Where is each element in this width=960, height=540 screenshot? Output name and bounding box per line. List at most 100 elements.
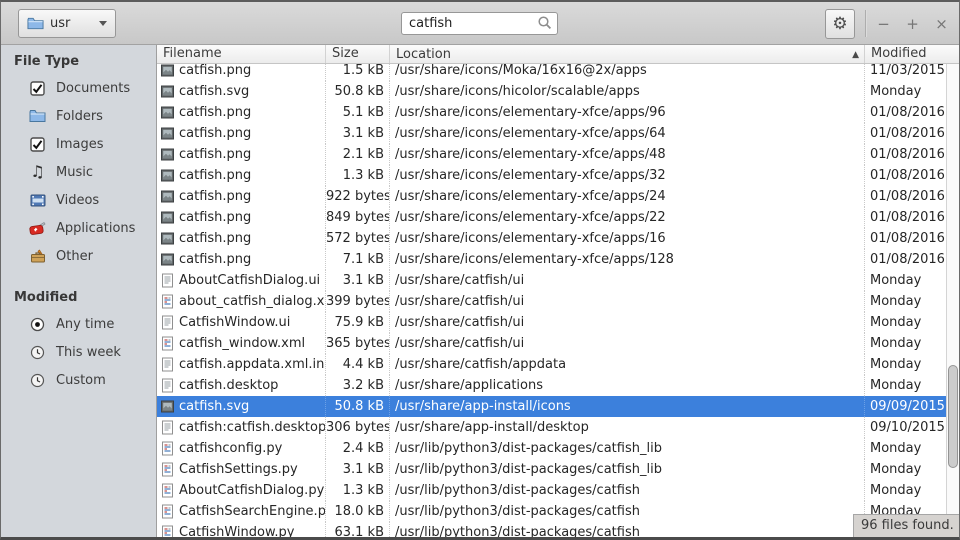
sidebar-item-documents[interactable]: Documents — [1, 74, 156, 102]
table-row[interactable]: catfish.png5.1 kB/usr/share/icons/elemen… — [157, 102, 946, 123]
table-row[interactable]: catfish.svg50.8 kB/usr/share/app-install… — [157, 396, 946, 417]
location-cell: /usr/lib/python3/dist-packages/catfish — [390, 501, 865, 522]
sidebar-item-label: Applications — [56, 221, 135, 236]
modified-cell: Monday — [865, 438, 946, 459]
maximize-button[interactable]: + — [898, 9, 927, 39]
sidebar-item-this-week[interactable]: This week — [1, 338, 156, 366]
checkbox-checked-icon[interactable] — [29, 136, 46, 153]
modified-cell: Monday — [865, 81, 946, 102]
sidebar-item-custom[interactable]: Custom — [1, 366, 156, 394]
table-row[interactable]: CatfishSettings.py3.1 kB/usr/lib/python3… — [157, 459, 946, 480]
modified-cell: 11/03/2015 — [865, 64, 946, 81]
filename-cell: catfish.desktop — [157, 375, 326, 396]
sidebar-item-label: Documents — [56, 81, 130, 96]
sidebar-item-other[interactable]: Other — [1, 242, 156, 270]
modified-cell: 01/08/2016 — [865, 144, 946, 165]
column-header-modified[interactable]: Modified — [865, 45, 946, 63]
scrollbar-thumb[interactable] — [948, 365, 958, 468]
sidebar-item-label: Custom — [56, 373, 106, 388]
table-row[interactable]: catfish.png572 bytes/usr/share/icons/ele… — [157, 228, 946, 249]
size-cell: 50.8 kB — [326, 81, 390, 102]
size-cell: 1.3 kB — [326, 480, 390, 501]
filename-cell: catfishconfig.py — [157, 438, 326, 459]
location-cell: /usr/share/app-install/desktop — [390, 417, 865, 438]
file-table-viewport: catfish.png1.5 kB/usr/share/icons/Moka/1… — [157, 64, 946, 537]
table-row[interactable]: CatfishWindow.py63.1 kB/usr/lib/python3/… — [157, 522, 946, 537]
filename-cell: catfish.png — [157, 102, 326, 123]
location-cell: /usr/share/catfish/ui — [390, 333, 865, 354]
image-file-icon — [160, 105, 175, 120]
table-row[interactable]: catfish.appdata.xml.in4.4 kB/usr/share/c… — [157, 354, 946, 375]
sidebar-item-images[interactable]: Images — [1, 130, 156, 158]
table-row[interactable]: CatfishWindow.ui75.9 kB/usr/share/catfis… — [157, 312, 946, 333]
sidebar-item-music[interactable]: ♫ Music — [1, 158, 156, 186]
file-type-header: File Type — [1, 45, 156, 74]
sidebar-item-folders[interactable]: Folders — [1, 102, 156, 130]
table-row[interactable]: AboutCatfishDialog.py1.3 kB/usr/lib/pyth… — [157, 480, 946, 501]
column-header-size[interactable]: Size — [326, 45, 390, 63]
swiss-knife-icon — [29, 220, 46, 237]
filename-cell: catfish:catfish.desktop — [157, 417, 326, 438]
size-cell: 2.4 kB — [326, 438, 390, 459]
filename-cell: CatfishSettings.py — [157, 459, 326, 480]
table-row[interactable]: catfish.png2.1 kB/usr/share/icons/elemen… — [157, 144, 946, 165]
modified-cell: Monday — [865, 354, 946, 375]
table-row[interactable]: catfish_window.xml365 bytes/usr/share/ca… — [157, 333, 946, 354]
gear-icon: ⚙ — [832, 16, 847, 33]
location-cell: /usr/share/icons/elementary-xfce/apps/12… — [390, 249, 865, 270]
close-button[interactable]: × — [927, 9, 956, 39]
location-cell: /usr/lib/python3/dist-packages/catfish_l… — [390, 459, 865, 480]
size-cell: 399 bytes — [326, 291, 390, 312]
image-file-icon — [160, 399, 175, 414]
table-row[interactable]: AboutCatfishDialog.ui3.1 kB/usr/share/ca… — [157, 270, 946, 291]
size-cell: 365 bytes — [326, 333, 390, 354]
modified-cell: 01/08/2016 — [865, 123, 946, 144]
modified-cell: Monday — [865, 312, 946, 333]
minimize-button[interactable]: − — [869, 9, 898, 39]
sidebar-item-applications[interactable]: Applications — [1, 214, 156, 242]
image-file-icon — [160, 231, 175, 246]
table-row[interactable]: catfish.png1.3 kB/usr/share/icons/elemen… — [157, 165, 946, 186]
column-header-location[interactable]: Location ▲ — [390, 45, 865, 63]
table-row[interactable]: catfish.png922 bytes/usr/share/icons/ele… — [157, 186, 946, 207]
image-file-icon — [160, 147, 175, 162]
filename-cell: catfish.png — [157, 64, 326, 81]
radio-selected-icon[interactable] — [29, 316, 46, 333]
sidebar-item-label: Music — [56, 165, 93, 180]
search-input[interactable] — [401, 12, 558, 35]
column-header-filename[interactable]: Filename — [157, 45, 326, 63]
search-icon[interactable] — [537, 15, 553, 35]
checkbox-checked-icon[interactable] — [29, 80, 46, 97]
folder-icon — [29, 108, 46, 125]
toolbox-icon — [29, 248, 46, 265]
folder-icon — [27, 15, 44, 32]
table-row[interactable]: catfish.desktop3.2 kB/usr/share/applicat… — [157, 375, 946, 396]
settings-button[interactable]: ⚙ — [825, 9, 855, 39]
history-clock-icon — [29, 344, 46, 361]
history-clock-icon — [29, 372, 46, 389]
modified-cell: Monday — [865, 459, 946, 480]
size-cell: 18.0 kB — [326, 501, 390, 522]
table-row[interactable]: catfishconfig.py2.4 kB/usr/lib/python3/d… — [157, 438, 946, 459]
filename-cell: about_catfish_dialog.xml — [157, 291, 326, 312]
location-cell: /usr/share/app-install/icons — [390, 396, 865, 417]
filename-cell: catfish.png — [157, 144, 326, 165]
table-row[interactable]: about_catfish_dialog.xml399 bytes/usr/sh… — [157, 291, 946, 312]
location-cell: /usr/lib/python3/dist-packages/catfish_l… — [390, 438, 865, 459]
table-row[interactable]: catfish.png3.1 kB/usr/share/icons/elemen… — [157, 123, 946, 144]
table-row[interactable]: catfish:catfish.desktop306 bytes/usr/sha… — [157, 417, 946, 438]
location-dropdown-button[interactable]: usr — [18, 9, 116, 38]
location-cell: /usr/share/icons/elementary-xfce/apps/22 — [390, 207, 865, 228]
table-row[interactable]: catfish.svg50.8 kB/usr/share/icons/hicol… — [157, 81, 946, 102]
window-controls: − + × — [869, 9, 956, 39]
table-row[interactable]: catfish.png849 bytes/usr/share/icons/ele… — [157, 207, 946, 228]
sidebar-item-any-time[interactable]: Any time — [1, 310, 156, 338]
vertical-scrollbar[interactable] — [946, 64, 959, 537]
table-row[interactable]: catfish.png7.1 kB/usr/share/icons/elemen… — [157, 249, 946, 270]
size-cell: 3.1 kB — [326, 270, 390, 291]
table-row[interactable]: catfish.png1.5 kB/usr/share/icons/Moka/1… — [157, 64, 946, 81]
modified-cell: Monday — [865, 375, 946, 396]
sidebar-item-videos[interactable]: Videos — [1, 186, 156, 214]
text-file-icon — [160, 378, 175, 393]
table-row[interactable]: CatfishSearchEngine.py18.0 kB/usr/lib/py… — [157, 501, 946, 522]
